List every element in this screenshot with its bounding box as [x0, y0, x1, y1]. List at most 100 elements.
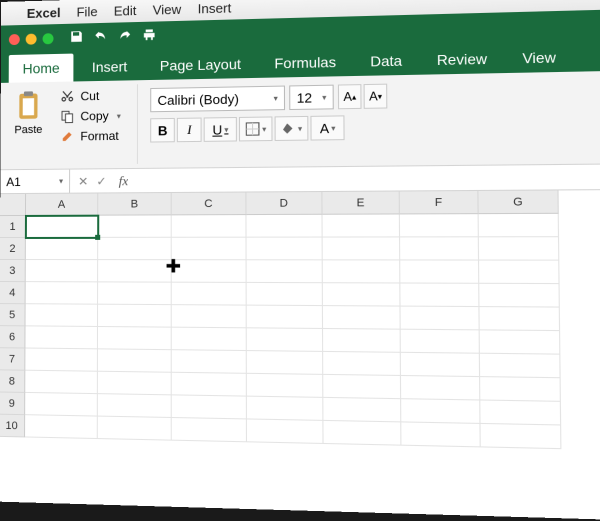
menu-insert[interactable]: Insert — [198, 0, 232, 16]
font-size-select[interactable]: 12 ▾ — [289, 85, 334, 110]
row-header[interactable]: 4 — [0, 282, 26, 304]
cell[interactable] — [323, 352, 401, 376]
tab-view[interactable]: View — [507, 42, 572, 73]
cell[interactable] — [98, 282, 172, 305]
decrease-font-button[interactable]: A▾ — [364, 84, 388, 109]
cell[interactable] — [401, 399, 480, 424]
cell[interactable] — [323, 421, 401, 446]
cell[interactable] — [98, 215, 172, 238]
row-header[interactable]: 2 — [0, 238, 26, 260]
fill-color-button[interactable]: ▾ — [275, 116, 309, 141]
tab-data[interactable]: Data — [355, 46, 417, 76]
cell[interactable] — [172, 215, 247, 238]
column-header[interactable]: B — [98, 193, 171, 216]
row-header[interactable]: 3 — [0, 260, 26, 282]
cell[interactable] — [401, 353, 480, 377]
tab-formulas[interactable]: Formulas — [260, 47, 351, 78]
print-icon[interactable] — [142, 27, 156, 44]
undo-icon[interactable] — [94, 28, 108, 45]
cell[interactable] — [247, 283, 323, 306]
redo-icon[interactable] — [118, 28, 132, 45]
cell[interactable] — [172, 395, 247, 419]
cut-button[interactable]: Cut — [56, 87, 125, 106]
row-header[interactable]: 9 — [0, 392, 25, 415]
save-icon[interactable] — [69, 29, 83, 46]
cell[interactable] — [479, 214, 559, 238]
cell[interactable] — [98, 260, 172, 283]
cell[interactable] — [480, 330, 561, 354]
close-window-button[interactable] — [9, 34, 20, 45]
column-header[interactable]: A — [26, 193, 98, 215]
increase-font-button[interactable]: A▴ — [338, 84, 362, 109]
accept-formula-icon[interactable]: ✓ — [96, 174, 106, 188]
column-header[interactable]: D — [246, 192, 322, 215]
cell[interactable] — [172, 305, 247, 328]
cell[interactable] — [323, 260, 401, 283]
cell[interactable] — [323, 306, 401, 330]
tab-page-layout[interactable]: Page Layout — [146, 49, 256, 80]
cell[interactable] — [247, 238, 323, 261]
format-painter-button[interactable]: Format — [56, 127, 125, 146]
cell[interactable] — [25, 415, 98, 439]
cell[interactable] — [25, 349, 98, 372]
column-header[interactable]: C — [172, 193, 247, 216]
cell[interactable] — [26, 260, 98, 282]
cell[interactable] — [25, 326, 98, 349]
menu-view[interactable]: View — [153, 1, 182, 17]
cell[interactable] — [401, 376, 480, 401]
cell[interactable] — [247, 374, 324, 398]
cell[interactable] — [479, 237, 559, 260]
cell[interactable] — [98, 349, 172, 372]
fx-label[interactable]: fx — [115, 173, 129, 189]
cell[interactable] — [401, 307, 480, 331]
cell[interactable] — [247, 306, 323, 329]
tab-home[interactable]: Home — [9, 54, 74, 83]
cell[interactable] — [172, 328, 247, 351]
tab-review[interactable]: Review — [421, 44, 502, 75]
italic-button[interactable]: I — [177, 118, 202, 143]
cell[interactable] — [172, 260, 247, 283]
cell[interactable] — [400, 260, 479, 283]
cell[interactable] — [247, 260, 323, 283]
cell[interactable] — [172, 373, 247, 397]
cell[interactable] — [98, 417, 172, 441]
cell[interactable] — [323, 329, 401, 353]
row-header[interactable]: 5 — [0, 304, 26, 326]
column-header[interactable]: G — [478, 190, 558, 214]
cell[interactable] — [479, 307, 560, 331]
row-header[interactable]: 10 — [0, 415, 25, 438]
cell[interactable] — [247, 419, 324, 444]
cell[interactable] — [247, 351, 323, 375]
copy-button[interactable]: Copy ▾ — [56, 107, 125, 126]
cell[interactable] — [479, 284, 560, 308]
tab-insert[interactable]: Insert — [78, 52, 142, 81]
cell[interactable] — [323, 375, 401, 399]
cell[interactable] — [26, 304, 99, 327]
column-header[interactable]: F — [400, 191, 479, 214]
cell[interactable] — [98, 394, 172, 418]
cell[interactable] — [98, 327, 172, 350]
row-header[interactable]: 7 — [0, 348, 25, 370]
cell[interactable] — [401, 330, 480, 354]
cell[interactable] — [400, 237, 479, 260]
cell[interactable] — [323, 214, 401, 237]
cell[interactable] — [480, 401, 561, 426]
maximize-window-button[interactable] — [43, 33, 54, 44]
cell-a1[interactable] — [26, 216, 98, 238]
paste-button[interactable]: Paste — [8, 86, 48, 148]
cell[interactable] — [26, 282, 98, 305]
menu-edit[interactable]: Edit — [114, 3, 137, 19]
cell[interactable] — [26, 238, 98, 260]
cell[interactable] — [480, 354, 561, 379]
cell[interactable] — [172, 238, 247, 261]
cell[interactable] — [246, 215, 322, 238]
cell[interactable] — [247, 397, 324, 421]
cell[interactable] — [247, 328, 323, 352]
cell[interactable] — [25, 393, 98, 417]
row-header[interactable]: 1 — [0, 216, 26, 238]
menubar-app[interactable]: Excel — [27, 5, 61, 21]
name-box[interactable]: A1 ▾ — [0, 170, 70, 194]
cell[interactable] — [172, 418, 247, 442]
row-header[interactable]: 8 — [0, 370, 25, 393]
cell[interactable] — [481, 424, 562, 449]
